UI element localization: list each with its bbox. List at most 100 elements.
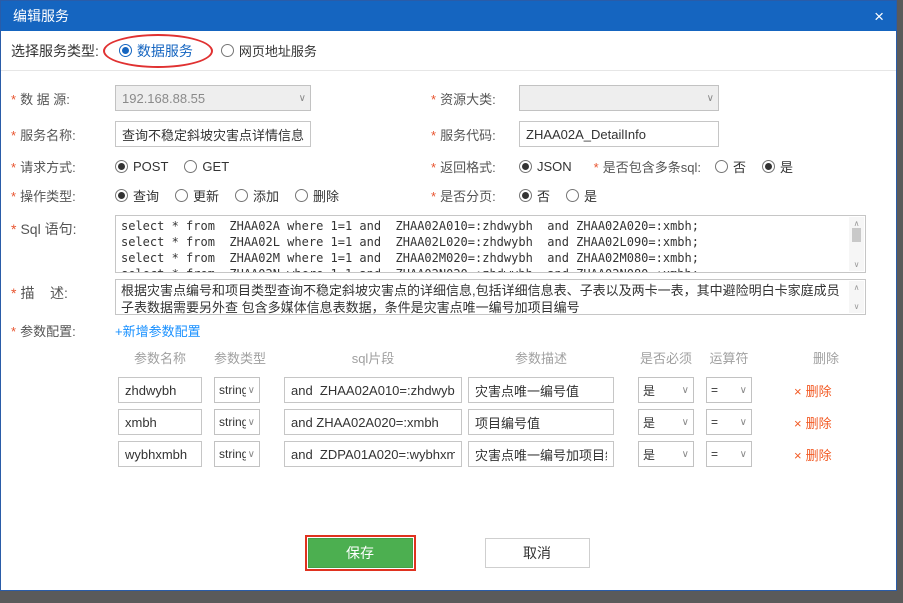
data-source-label: *数 据 源: <box>11 89 115 108</box>
param-type-select[interactable]: string∨ <box>214 409 260 435</box>
x-icon: × <box>794 416 802 431</box>
service-code-input[interactable] <box>519 121 719 147</box>
chevron-down-icon: ∨ <box>299 93 306 104</box>
param-table: 参数名称 参数类型 sql片段 参数描述 是否必须 运算符 删除 string∨… <box>118 348 896 467</box>
sql-textarea[interactable]: select * from ZHAA02A where 1=1 and ZHAA… <box>115 215 866 273</box>
delete-param-button[interactable]: ×删除 <box>794 445 858 464</box>
operator-select[interactable]: =∨ <box>706 441 752 467</box>
dialog-footer: 保存 取消 <box>1 538 896 590</box>
radio-json[interactable]: JSON <box>519 159 572 174</box>
radio-selected-icon <box>115 189 128 202</box>
radio-selected-icon <box>762 160 775 173</box>
radio-query[interactable]: 查询 <box>115 186 159 205</box>
radio-add[interactable]: 添加 <box>235 186 279 205</box>
required-select[interactable]: 是∨ <box>638 409 694 435</box>
param-desc-input[interactable] <box>468 441 614 467</box>
operation-type-label: *操作类型: <box>11 186 115 205</box>
form-body: *数 据 源: 192.168.88.55 ∨ *资源大类: ∨ *服务名称: <box>1 71 896 538</box>
radio-update[interactable]: 更新 <box>175 186 219 205</box>
scroll-down-icon[interactable]: ∨ <box>854 302 860 311</box>
chevron-down-icon: ∨ <box>248 385 255 396</box>
x-icon: × <box>794 384 802 399</box>
radio-unselected-icon <box>566 189 579 202</box>
param-desc-input[interactable] <box>468 409 614 435</box>
radio-delete[interactable]: 删除 <box>295 186 339 205</box>
sql-fragment-input[interactable] <box>284 377 462 403</box>
sql-label: *Sql 语句: <box>11 215 115 239</box>
scrollbar[interactable]: ∧ ∨ <box>849 217 864 271</box>
radio-pagination-yes[interactable]: 是 <box>566 186 597 205</box>
radio-unselected-icon <box>184 160 197 173</box>
chevron-down-icon: ∨ <box>682 449 689 460</box>
service-code-label: *服务代码: <box>431 125 519 144</box>
radio-selected-icon <box>115 160 128 173</box>
chevron-down-icon: ∨ <box>248 417 255 428</box>
param-row: string∨ 是∨ =∨ ×删除 <box>118 377 896 403</box>
close-icon[interactable]: × <box>874 8 884 25</box>
chevron-down-icon: ∨ <box>248 449 255 460</box>
scrollbar-thumb[interactable] <box>852 228 861 242</box>
param-row: string∨ 是∨ =∨ ×删除 <box>118 441 896 467</box>
resource-category-label: *资源大类: <box>431 89 519 108</box>
return-format-label: *返回格式: <box>431 157 519 176</box>
chevron-down-icon: ∨ <box>682 417 689 428</box>
chevron-down-icon: ∨ <box>740 449 747 460</box>
scrollbar[interactable]: ∧ ∨ <box>849 281 864 313</box>
param-desc-input[interactable] <box>468 377 614 403</box>
multi-sql-label: *是否包含多条sql: <box>594 157 701 176</box>
resource-category-select[interactable]: ∨ <box>519 85 719 111</box>
scroll-up-icon[interactable]: ∧ <box>854 219 860 228</box>
param-row: string∨ 是∨ =∨ ×删除 <box>118 409 896 435</box>
delete-param-button[interactable]: ×删除 <box>794 413 858 432</box>
cancel-button[interactable]: 取消 <box>485 538 590 568</box>
service-type-row: 选择服务类型: 数据服务 网页地址服务 <box>1 31 896 71</box>
service-name-input[interactable] <box>115 121 311 147</box>
required-select[interactable]: 是∨ <box>638 377 694 403</box>
operator-select[interactable]: =∨ <box>706 377 752 403</box>
dialog-title: 编辑服务 <box>13 6 874 26</box>
param-table-header: 参数名称 参数类型 sql片段 参数描述 是否必须 运算符 删除 <box>118 348 896 367</box>
delete-param-button[interactable]: ×删除 <box>794 381 858 400</box>
operator-select[interactable]: =∨ <box>706 409 752 435</box>
param-name-input[interactable] <box>118 377 202 403</box>
pagination-label: *是否分页: <box>431 186 519 205</box>
radio-selected-icon <box>519 189 532 202</box>
radio-post[interactable]: POST <box>115 159 168 174</box>
description-textarea[interactable]: 根据灾害点编号和项目类型查询不稳定斜坡灾害点的详细信息,包括详细信息表、子表以及… <box>115 279 866 315</box>
chevron-down-icon: ∨ <box>740 417 747 428</box>
radio-selected-icon <box>119 44 132 57</box>
service-name-label: *服务名称: <box>11 125 115 144</box>
radio-get[interactable]: GET <box>184 159 229 174</box>
data-source-select[interactable]: 192.168.88.55 ∨ <box>115 85 311 111</box>
chevron-down-icon: ∨ <box>707 93 714 104</box>
radio-unselected-icon <box>175 189 188 202</box>
add-param-link[interactable]: +新增参数配置 <box>115 321 201 340</box>
sql-fragment-input[interactable] <box>284 409 462 435</box>
sql-fragment-input[interactable] <box>284 441 462 467</box>
param-name-input[interactable] <box>118 441 202 467</box>
radio-unselected-icon <box>221 44 234 57</box>
x-icon: × <box>794 448 802 463</box>
radio-web-url-service[interactable]: 网页地址服务 <box>221 41 317 60</box>
radio-selected-icon <box>519 160 532 173</box>
chevron-down-icon: ∨ <box>740 385 747 396</box>
save-button[interactable]: 保存 <box>308 538 413 568</box>
radio-unselected-icon <box>295 189 308 202</box>
param-type-select[interactable]: string∨ <box>214 441 260 467</box>
radio-data-service[interactable]: 数据服务 <box>113 41 199 61</box>
radio-multi-sql-yes[interactable]: 是 <box>762 157 793 176</box>
scroll-up-icon[interactable]: ∧ <box>854 283 860 292</box>
scroll-down-icon[interactable]: ∨ <box>854 260 860 269</box>
dialog-titlebar: 编辑服务 × <box>1 1 896 31</box>
edit-service-dialog: 编辑服务 × 选择服务类型: 数据服务 网页地址服务 *数 据 源: 192.1… <box>0 0 897 591</box>
radio-multi-sql-no[interactable]: 否 <box>715 157 746 176</box>
radio-unselected-icon <box>715 160 728 173</box>
required-select[interactable]: 是∨ <box>638 441 694 467</box>
radio-pagination-no[interactable]: 否 <box>519 186 550 205</box>
description-label: *描 述: <box>11 279 115 303</box>
param-name-input[interactable] <box>118 409 202 435</box>
request-method-label: *请求方式: <box>11 157 115 176</box>
radio-unselected-icon <box>235 189 248 202</box>
service-type-label: 选择服务类型: <box>11 41 99 61</box>
param-type-select[interactable]: string∨ <box>214 377 260 403</box>
